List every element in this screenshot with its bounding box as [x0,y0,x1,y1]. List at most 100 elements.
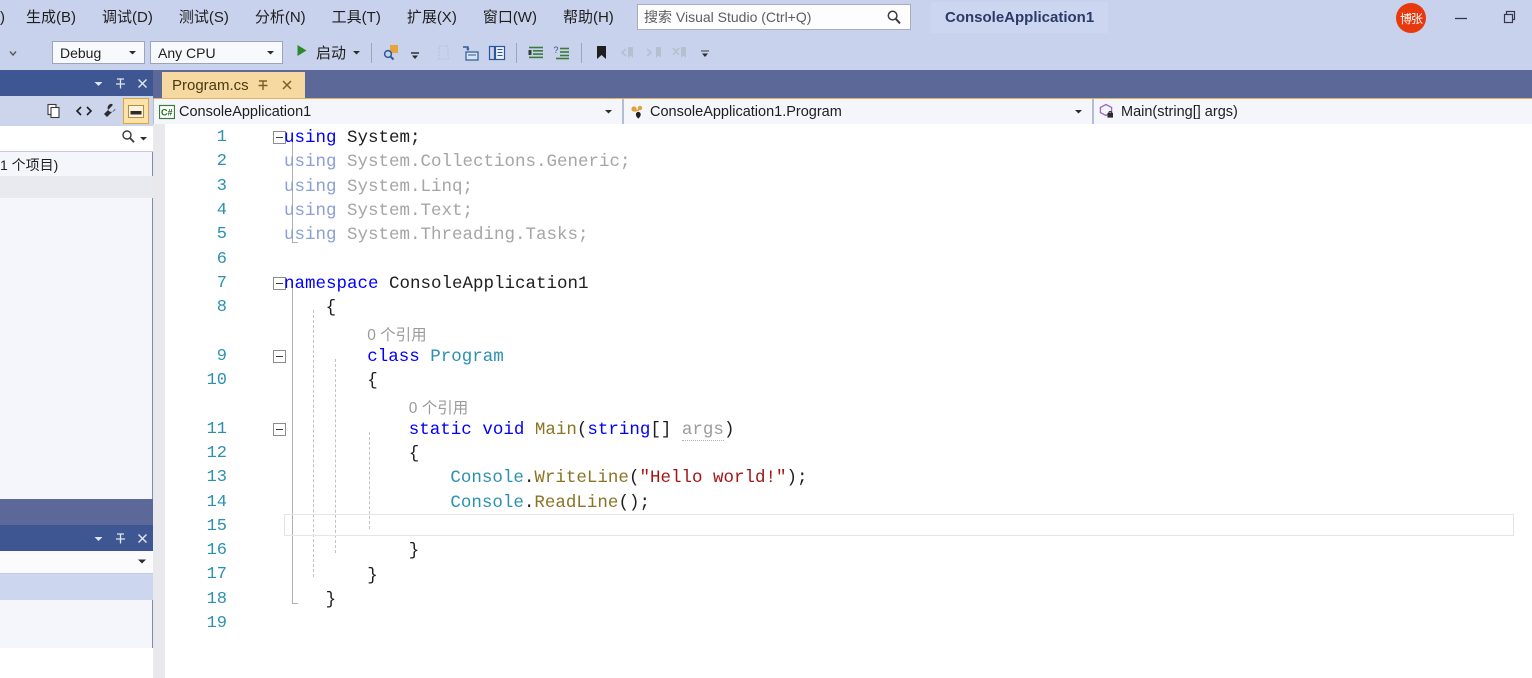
code-view-icon[interactable] [71,98,97,124]
toolbar-divider [581,42,583,63]
solution-configuration-combo[interactable]: Debug [52,41,145,64]
attach-to-process-icon[interactable] [378,40,404,66]
step-over-icon[interactable] [484,40,510,66]
code-line[interactable]: 4 using System.Text; [153,199,1532,223]
code-line-text: { [325,298,337,319]
navbar-member-value: Main(string[] args) [1121,103,1238,120]
code-editor[interactable]: 0 个引用 0 个引用 1 using System; 2 using System.Co… [153,124,1532,678]
code-line[interactable]: 6 [153,248,1532,272]
menu-item-analyze[interactable]: 分析(N) [242,0,319,35]
code-line[interactable]: 15 [153,515,1532,539]
comment-icon[interactable]: ? [549,40,575,66]
close-icon[interactable] [131,72,153,94]
menu-item-extensions[interactable]: 扩展(X) [394,0,470,35]
code-line[interactable]: 9 class Program [153,345,1532,369]
line-number: 3 [216,176,227,196]
start-debug-button[interactable]: 启动 [288,40,365,66]
line-number: 6 [216,249,227,269]
document-tab-label: Program.cs [172,76,249,94]
code-line[interactable]: 2 using System.Collections.Generic; [153,150,1532,174]
code-line[interactable]: 3 using System.Linq; [153,175,1532,199]
menu-item-0[interactable]: ) [0,0,13,35]
code-line-text: Console.WriteLine("Hello world!"); [450,468,808,489]
csharp-project-icon: C# [154,104,179,120]
step-into-icon[interactable] [458,40,484,66]
code-line[interactable]: 12 { [153,442,1532,466]
code-line-text: Console.ReadLine(); [450,492,650,513]
chevron-down-icon[interactable] [1068,103,1092,121]
chevron-down-icon[interactable] [137,553,147,571]
codelens-reference-count[interactable]: 0 个引用 [367,323,426,345]
preview-selected-items-icon[interactable] [123,98,149,124]
navbar-type-combo[interactable]: ConsoleApplication1.Program [623,99,1093,124]
method-private-icon [1094,103,1121,120]
indent-icon[interactable] [523,40,549,66]
copy-icon[interactable] [41,98,67,124]
solution-explorer-panel: 1 个项目) [0,70,153,499]
chevron-down-icon[interactable] [352,44,361,62]
code-line[interactable]: 7 namespace ConsoleApplication1 [153,272,1532,296]
dropdown-icon[interactable] [87,527,109,549]
fold-collapse-icon[interactable] [273,422,286,436]
navbar-project-combo[interactable]: C# ConsoleApplication1 [153,99,623,124]
code-line[interactable]: 11 static void Main(string[] args) [153,418,1532,442]
document-tab-program-cs[interactable]: Program.cs [162,72,305,98]
code-line[interactable]: 10 { [153,369,1532,393]
line-number: 10 [206,371,227,390]
dropdown-icon[interactable] [87,72,109,94]
code-line[interactable]: 8{ [153,296,1532,320]
next-bookmark-icon [640,40,666,66]
menu-item-window[interactable]: 窗口(W) [470,0,550,35]
menu-item-debug[interactable]: 调试(D) [89,0,166,35]
code-line[interactable]: 1 using System; [153,126,1532,150]
stop-icon[interactable] [404,40,430,66]
maximize-restore-button[interactable] [1490,0,1532,35]
code-line-text: } [408,541,420,562]
quick-search-box[interactable]: 搜索 Visual Studio (Ctrl+Q) [637,4,911,30]
solution-explorer-selected-row[interactable] [0,176,153,198]
close-icon[interactable] [277,75,297,95]
pin-icon[interactable] [109,72,131,94]
class-icon [624,104,650,120]
search-input[interactable]: 搜索 Visual Studio (Ctrl+Q) [638,7,886,27]
pin-icon[interactable] [109,527,131,549]
menu-item-test[interactable]: 测试(S) [166,0,242,35]
line-number: 9 [216,346,227,366]
code-line[interactable]: 13 Console.WriteLine("Hello world!"); [153,466,1532,490]
fold-collapse-icon[interactable] [273,349,286,363]
minimize-button[interactable] [1440,0,1482,35]
chevron-down-icon[interactable] [598,103,622,121]
toolbar-overflow-left-icon[interactable] [0,40,26,66]
code-line[interactable]: 17} [153,563,1532,587]
code-line[interactable]: 19 [153,612,1532,636]
pin-icon[interactable] [253,75,273,95]
menu-item-help[interactable]: 帮助(H) [550,0,627,35]
code-text-area[interactable]: 0 个引用 0 个引用 1 using System; 2 using System.Co… [153,124,1532,678]
standard-toolbar: Debug Any CPU 启动 ? [0,35,1532,96]
active-project-chip[interactable]: ConsoleApplication1 [931,2,1109,33]
navbar-member-combo[interactable]: Main(string[] args) [1093,99,1532,124]
code-line[interactable]: 14 Console.ReadLine(); [153,491,1532,515]
code-line[interactable]: 5 using System.Threading.Tasks; [153,223,1532,247]
code-line[interactable]: 16} [153,539,1532,563]
menu-item-tools[interactable]: 工具(T) [319,0,394,35]
toolbar-overflow-icon[interactable] [692,40,718,66]
visual-studio-window: ) 生成(B) 调试(D) 测试(S) 分析(N) 工具(T) 扩展(X) 窗口… [0,0,1532,678]
solution-root-node[interactable]: 1 个项目) [0,154,153,176]
bookmark-icon[interactable] [588,40,614,66]
properties-icon[interactable] [97,98,123,124]
line-number: 15 [206,516,227,536]
chevron-down-icon[interactable] [139,130,148,148]
avatar[interactable]: 博张 [1396,3,1426,33]
codelens-reference-count[interactable]: 0 个引用 [409,396,468,418]
code-line-text: using System.Text; [284,201,474,222]
close-icon[interactable] [131,527,153,549]
code-line[interactable]: 18} [153,588,1532,612]
solution-explorer-search[interactable] [0,126,153,152]
properties-selected-row[interactable] [0,574,153,600]
properties-object-combo[interactable] [0,551,153,574]
solution-platform-combo[interactable]: Any CPU [150,41,283,64]
line-number: 13 [206,468,227,488]
chevron-down-icon [124,44,144,62]
menu-item-build[interactable]: 生成(B) [13,0,89,35]
